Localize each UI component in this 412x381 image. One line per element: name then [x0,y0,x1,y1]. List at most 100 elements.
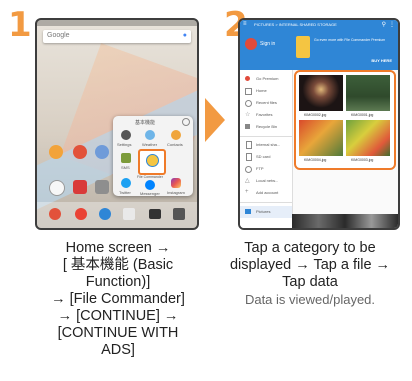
sidebar-item-pictures[interactable]: Pictures [240,206,292,218]
star-icon: ☆ [245,112,251,118]
sidebar-item-label: Favorites [256,112,273,117]
caption-line: Tap a category to be [244,240,376,256]
status-bar [37,20,197,26]
sidebar: Go Premium Home Recent files ☆ Favorites… [240,70,293,228]
caption-line: ADS] [101,342,135,358]
step-1-caption: Home screen → [ 基本機能 (Basic Function)] →… [34,240,202,359]
sidebar-item-label: SD card [256,154,271,159]
app-label: SMS [121,165,130,170]
file-name: KIMG0003.jpg [351,158,374,162]
folder-close-icon[interactable] [182,118,190,126]
sidebar-item-go-premium[interactable]: Go Premium [240,74,292,84]
sd-card-icon [246,153,252,161]
header-path: PICTURES > INTERNAL SHARED STORAGE [254,22,337,27]
file-thumbnail-flowers[interactable] [346,120,390,156]
file-commander-icon [146,154,159,167]
caption-line: Home screen → [65,240,171,256]
sidebar-item-label: Pictures [256,209,271,214]
file-commander-highlight[interactable] [138,149,166,175]
sidebar-item-label: Go Premium [256,76,279,81]
premium-illustration [296,36,310,58]
sidebar-item-label: Add account [256,190,279,195]
weather-icon[interactable] [145,130,155,140]
sidebar-divider [240,202,292,203]
file-thumbnail-fireworks[interactable] [299,75,343,111]
caption-line: [ 基本機能 (Basic [62,257,174,273]
pictures-icon [245,209,251,214]
drawer-header: Sign in [240,30,292,70]
file-name: KIMG0001.jpg [351,113,374,117]
sms-icon[interactable] [121,153,131,163]
file-grid-highlight: KIMG0002.jpg KIMG0001.jpg KIMG0004.jpg K… [294,70,396,170]
ad-banner[interactable] [292,214,398,228]
google-logo: Google [47,32,70,39]
twitter-icon[interactable] [121,178,131,188]
network-icon: △ [245,178,250,184]
folder-title: 基本機能 [135,120,156,126]
home-app-icon[interactable] [73,145,87,159]
sidebar-item-label: Recycle Bin [256,124,278,129]
folder-popup: 基本機能 Settings Weather Contacts SMS File … [113,116,193,196]
sidebar-item-home[interactable]: Home [240,86,292,96]
home-app-icon[interactable] [95,180,109,194]
caption-line: Function)] [85,274,151,290]
sidebar-item-internal-storage[interactable]: Internal sha... [240,140,292,150]
dock-icon[interactable] [123,208,135,220]
app-header: PICTURES > INTERNAL SHARED STORAGE ≡ ⚲ ⋮ [240,20,398,30]
app-label: Instagram [167,190,185,195]
sign-in-link[interactable]: Sign in [260,41,275,47]
more-icon[interactable]: ⋮ [389,21,395,28]
sidebar-item-favorites[interactable]: ☆ Favorites [240,110,292,120]
menu-icon[interactable]: ≡ [243,21,247,27]
caption-line: displayed → Tap a file → [229,257,391,273]
home-app-icon[interactable] [49,145,63,159]
sidebar-divider [240,136,292,137]
sidebar-item-ftp[interactable]: FTP [240,164,292,174]
sidebar-item-recent-files[interactable]: Recent files [240,98,292,108]
google-search-bar[interactable]: Google ● [43,30,191,43]
home-app-icon[interactable] [73,180,87,194]
sidebar-item-recycle-bin[interactable]: Recycle Bin [240,122,292,132]
next-step-arrow [205,98,225,142]
step-1-number: 1 [8,5,32,45]
file-thumbnail-trees[interactable] [346,75,390,111]
avatar[interactable] [245,38,257,50]
home-app-icon[interactable] [95,145,109,159]
add-icon: + [245,189,249,195]
app-label: Messenger [140,191,160,196]
promo-text: Go even more with File Commander Premium [314,38,386,42]
promo-banner: Go even more with File Commander Premium… [292,30,398,70]
dock-icon[interactable] [75,208,87,220]
app-label: Settings [117,142,132,147]
premium-icon [245,76,250,81]
mic-icon[interactable]: ● [183,32,187,39]
settings-icon[interactable] [121,130,131,140]
sidebar-item-label: Local netw... [256,178,279,183]
caption-line: Tap data [282,274,338,290]
instagram-icon[interactable] [171,178,181,188]
caption-line: → [File Commander] [51,291,185,307]
dock-icon[interactable] [49,208,61,220]
contacts-icon[interactable] [171,130,181,140]
camera-icon[interactable] [149,209,161,219]
sidebar-item-label: Home [256,88,267,93]
file-name: KIMG0002.jpg [304,113,327,117]
sidebar-item-local-network[interactable]: △ Local netw... [240,176,292,186]
buy-here-button[interactable]: BUY HERE [371,58,392,63]
dock-icon[interactable] [173,208,185,220]
home-icon [245,88,252,95]
messenger-icon[interactable] [145,180,155,190]
step-2-phone-screen: PICTURES > INTERNAL SHARED STORAGE ≡ ⚲ ⋮… [238,18,400,230]
sidebar-item-sd-card[interactable]: SD card [240,152,292,162]
caption-line: [CONTINUE WITH [57,325,179,341]
sidebar-item-add-account[interactable]: + Add account [240,188,292,198]
file-thumbnail-autumn[interactable] [299,120,343,156]
home-app-icon[interactable] [49,180,65,196]
trash-icon [245,124,250,129]
search-icon[interactable]: ⚲ [382,21,386,28]
app-label: Twitter [119,190,131,195]
caption-line: → [CONTINUE] → [57,308,179,324]
dock-icon[interactable] [99,208,111,220]
sidebar-item-label: Internal sha... [256,142,281,147]
app-label: Weather [142,142,158,147]
